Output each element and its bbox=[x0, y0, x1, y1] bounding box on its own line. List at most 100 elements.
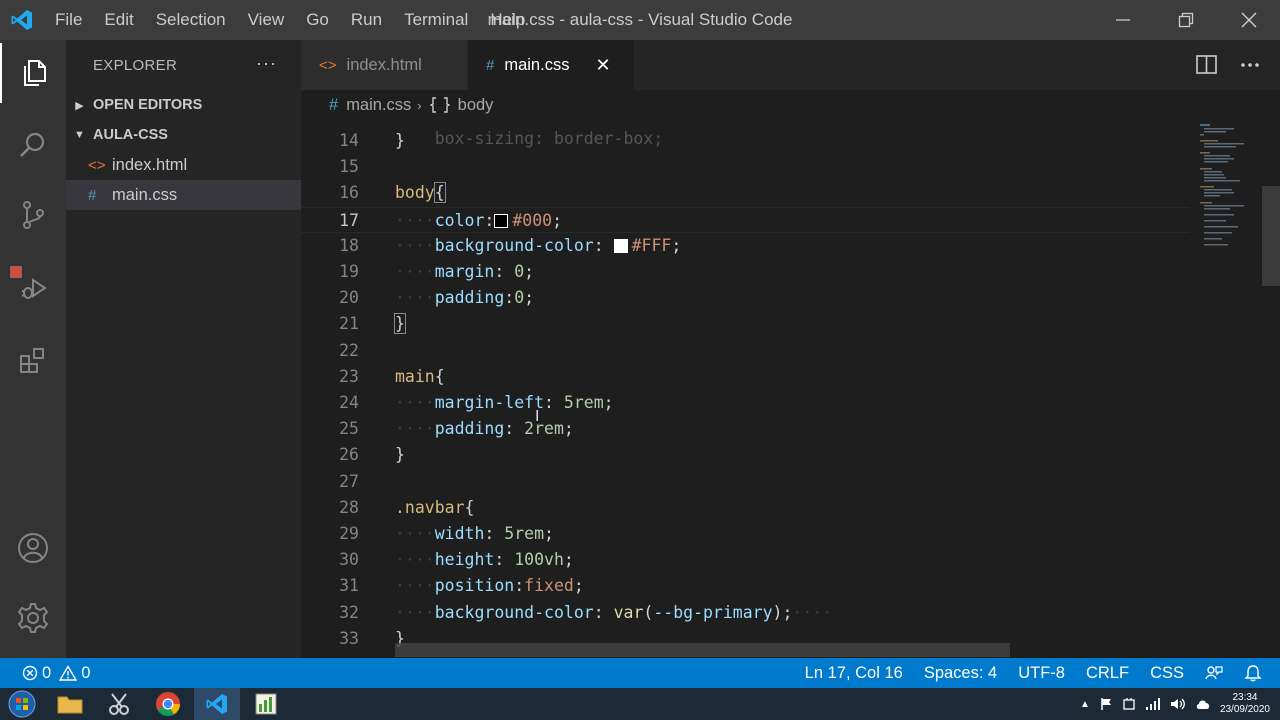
cloud-icon[interactable] bbox=[1195, 697, 1211, 711]
code-line[interactable]: 26} bbox=[301, 442, 1190, 468]
code-line[interactable]: 29 ····width: 5rem; bbox=[301, 521, 1190, 547]
feedback-icon[interactable] bbox=[1205, 664, 1223, 682]
folder-icon bbox=[57, 696, 83, 714]
chart-app-icon bbox=[255, 693, 277, 715]
breadcrumb-separator: › bbox=[417, 97, 422, 113]
vertical-scrollbar-thumb[interactable] bbox=[1262, 186, 1280, 286]
windows-start-icon bbox=[8, 690, 36, 718]
indentation-setting[interactable]: Spaces: 4 bbox=[924, 664, 997, 683]
menu-file[interactable]: File bbox=[44, 0, 93, 40]
code-line[interactable]: 28 .navbar{ bbox=[301, 495, 1190, 521]
restore-button[interactable] bbox=[1154, 0, 1217, 40]
close-window-button[interactable] bbox=[1217, 0, 1280, 40]
cursor-position[interactable]: Ln 17, Col 16 bbox=[805, 664, 903, 683]
bell-icon[interactable] bbox=[1244, 664, 1262, 682]
code-line[interactable]: 21} bbox=[301, 311, 1190, 337]
code-editor[interactable]: box-sizing: border-box; 14} 15 16 body{17 ··… bbox=[301, 120, 1190, 658]
code-line[interactable]: 27 bbox=[301, 469, 1190, 495]
menu-edit[interactable]: Edit bbox=[93, 0, 144, 40]
code-text: } bbox=[394, 311, 406, 337]
flag-icon[interactable] bbox=[1099, 697, 1113, 711]
code-token: #000 bbox=[512, 210, 553, 230]
explorer-activity-button[interactable] bbox=[0, 43, 66, 103]
code-line[interactable]: 17 ····color: #000; bbox=[301, 206, 1190, 234]
search-activity-button[interactable] bbox=[0, 115, 66, 175]
code-line[interactable]: 16 body{ bbox=[301, 180, 1190, 206]
taskbar-file-explorer[interactable] bbox=[47, 688, 93, 720]
activity-bar bbox=[0, 40, 66, 658]
code-line[interactable]: 23 main{ bbox=[301, 364, 1190, 390]
run-debug-activity-button[interactable] bbox=[0, 258, 66, 318]
taskbar-vscode[interactable] bbox=[194, 688, 240, 720]
code-token: ···· bbox=[395, 210, 435, 230]
problems-indicator[interactable]: 0 0 bbox=[0, 664, 90, 683]
eol-setting[interactable]: CRLF bbox=[1086, 664, 1129, 683]
start-button[interactable] bbox=[0, 688, 44, 720]
breadcrumb-file[interactable]: main.css bbox=[346, 96, 411, 115]
open-editors-section[interactable]: ▶ OPEN EDITORS bbox=[66, 90, 301, 120]
code-line[interactable]: 32 ····background-color: var(--bg-primary… bbox=[301, 600, 1190, 626]
menu-help[interactable]: Help bbox=[479, 0, 536, 40]
code-line[interactable]: 31 ····position:fixed; bbox=[301, 573, 1190, 599]
menu-go[interactable]: Go bbox=[295, 0, 340, 40]
language-mode[interactable]: CSS bbox=[1150, 664, 1184, 683]
file-item-main-css[interactable]: # main.css bbox=[66, 180, 301, 210]
menu-run[interactable]: Run bbox=[340, 0, 393, 40]
menu-terminal[interactable]: Terminal bbox=[393, 0, 479, 40]
clock[interactable]: 23:34 23/09/2020 bbox=[1220, 692, 1270, 716]
code-line[interactable]: 30 ····height: 100vh; bbox=[301, 547, 1190, 573]
code-text: ····padding: 2rem; bbox=[395, 416, 574, 442]
code-line[interactable]: 15 bbox=[301, 154, 1190, 180]
line-number: 31 bbox=[339, 576, 359, 596]
code-token: .navbar bbox=[395, 497, 465, 517]
code-line[interactable]: 22 bbox=[301, 338, 1190, 364]
code-line[interactable]: 19 ····margin: 0; bbox=[301, 259, 1190, 285]
line-number: 16 bbox=[339, 183, 359, 203]
taskbar-snipping-tool[interactable] bbox=[96, 688, 142, 720]
settings-activity-button[interactable] bbox=[0, 588, 66, 648]
tray-expand-icon[interactable]: ▲ bbox=[1080, 699, 1090, 710]
editor-tab-bar: <> index.html # main.css ✕ bbox=[301, 40, 1280, 90]
taskbar-app[interactable] bbox=[243, 688, 289, 720]
code-line[interactable]: 24 ····margin-left: 5rem; bbox=[301, 390, 1190, 416]
color-swatch[interactable] bbox=[613, 238, 628, 253]
code-line[interactable]: 18 ····background-color: #FFF; bbox=[301, 233, 1190, 259]
menu-view[interactable]: View bbox=[237, 0, 296, 40]
code-line[interactable]: 25 ····padding: 2rem; bbox=[301, 416, 1190, 442]
code-line[interactable]: 14} bbox=[301, 128, 1190, 154]
menu-selection[interactable]: Selection bbox=[145, 0, 237, 40]
folder-section[interactable]: ▼ AULA-CSS bbox=[66, 120, 301, 150]
more-actions-button[interactable]: ··· bbox=[256, 53, 277, 74]
minimize-button[interactable] bbox=[1091, 0, 1154, 40]
tab-index-html[interactable]: <> index.html bbox=[301, 40, 468, 90]
tab-main-css[interactable]: # main.css ✕ bbox=[468, 40, 635, 90]
code-token: ···· bbox=[792, 602, 833, 622]
more-icon[interactable] bbox=[1240, 62, 1260, 68]
vscode-logo-icon[interactable] bbox=[0, 0, 44, 40]
code-line[interactable]: 20 ····padding:0; bbox=[301, 285, 1190, 311]
source-control-activity-button[interactable] bbox=[0, 185, 66, 245]
menu-bar: File Edit Selection View Go Run Terminal… bbox=[44, 0, 536, 40]
windows-taskbar: ▲ 23:34 23/09/2020 bbox=[0, 688, 1280, 720]
device-icon[interactable] bbox=[1122, 697, 1136, 711]
code-token: ···· bbox=[395, 393, 435, 412]
file-item-index-html[interactable]: <> index.html bbox=[66, 150, 301, 180]
extensions-activity-button[interactable] bbox=[0, 330, 66, 390]
breadcrumb-symbol[interactable]: body bbox=[458, 96, 494, 115]
accounts-activity-button[interactable] bbox=[0, 518, 66, 578]
horizontal-scrollbar-thumb[interactable] bbox=[395, 643, 1010, 657]
encoding-setting[interactable]: UTF-8 bbox=[1018, 664, 1065, 683]
volume-icon[interactable] bbox=[1170, 697, 1186, 711]
close-tab-icon[interactable]: ✕ bbox=[595, 55, 610, 76]
color-swatch[interactable] bbox=[494, 213, 509, 228]
css-file-icon: # bbox=[486, 56, 495, 74]
minimap[interactable] bbox=[1190, 120, 1262, 658]
code-token: ···· bbox=[395, 262, 435, 281]
signal-icon[interactable] bbox=[1145, 697, 1161, 711]
vertical-scrollbar[interactable] bbox=[1262, 120, 1280, 658]
code-text: } bbox=[395, 128, 405, 154]
code-text: ····color: #000; bbox=[395, 208, 562, 234]
line-number: 28 bbox=[339, 497, 359, 517]
split-editor-icon[interactable] bbox=[1196, 55, 1218, 75]
taskbar-chrome[interactable] bbox=[145, 688, 191, 720]
